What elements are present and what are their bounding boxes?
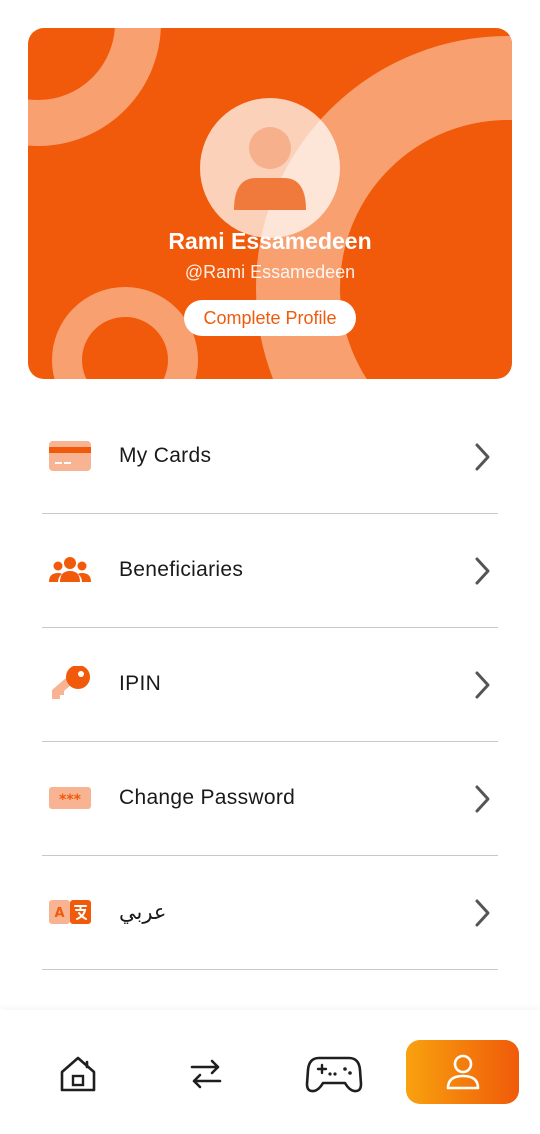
svg-text:A: A	[54, 906, 64, 921]
nav-home[interactable]	[48, 1040, 108, 1106]
settings-menu: My Cards Beneficiaries IPIN *** Change P…	[42, 400, 498, 1044]
menu-item-change-password[interactable]: *** Change Password	[42, 742, 498, 856]
menu-item-label: عربي	[119, 901, 167, 924]
nav-profile[interactable]	[406, 1040, 519, 1104]
nav-transfer[interactable]	[178, 1040, 238, 1106]
chevron-right-icon	[475, 671, 490, 699]
chevron-right-icon	[475, 443, 490, 471]
avatar[interactable]	[200, 98, 340, 238]
bottom-nav	[0, 1040, 540, 1106]
people-icon	[49, 557, 91, 582]
card-icon	[49, 441, 91, 471]
menu-item-label: Change Password	[119, 786, 296, 809]
home-icon	[60, 1056, 96, 1092]
gamepad-icon	[305, 1056, 363, 1093]
menu-item-beneficiaries[interactable]: Beneficiaries	[42, 514, 498, 628]
chevron-right-icon	[475, 785, 490, 813]
menu-item-my-cards[interactable]: My Cards	[42, 400, 498, 514]
language-icon: A	[49, 900, 91, 924]
menu-item-label: My Cards	[119, 444, 212, 467]
user-handle: @Rami Essamedeen	[184, 262, 356, 282]
user-name: Rami Essamedeen	[168, 228, 372, 254]
menu-item-ipin[interactable]: IPIN	[42, 628, 498, 742]
user-avatar-icon	[234, 127, 306, 210]
nav-games[interactable]	[300, 1040, 368, 1106]
menu-item-language[interactable]: A عربي	[42, 856, 498, 970]
key-icon	[52, 666, 90, 699]
transfer-icon	[190, 1059, 222, 1089]
menu-item-label: Beneficiaries	[119, 558, 244, 581]
menu-item-label: IPIN	[119, 672, 162, 695]
chevron-right-icon	[475, 899, 490, 927]
password-icon: ***	[49, 787, 91, 809]
chevron-right-icon	[475, 557, 490, 585]
profile-card: Rami Essamedeen @Rami Essamedeen Complet…	[28, 28, 512, 379]
profile-icon	[446, 1054, 480, 1090]
svg-text:***: ***	[59, 792, 82, 808]
complete-profile-button[interactable]: Complete Profile	[184, 300, 356, 336]
